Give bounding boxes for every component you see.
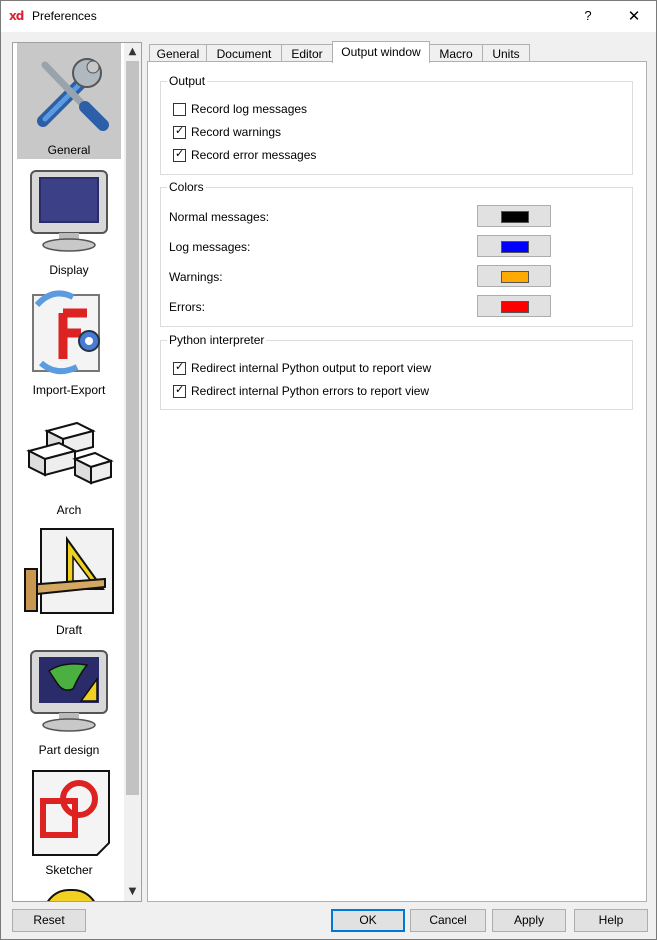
group-title: Output [167,74,208,88]
colors-group: Colors Normal messages: Log messages: Wa… [160,180,633,327]
help-button[interactable]: Help [574,909,648,932]
part-design-icon [30,650,108,732]
preferences-window: xd Preferences ? ✕ General Display Impor… [0,0,657,940]
output-window-panel: Output Record log messages ✓ Record warn… [147,61,647,902]
app-logo-icon: xd [9,9,24,23]
group-title: Python interpreter [167,333,267,347]
checkbox-label: Redirect internal Python output to repor… [191,361,432,375]
color-swatch [501,241,529,253]
category-label: General [47,143,91,157]
category-item-sketcher[interactable]: Sketcher [17,763,121,879]
errors-color-button[interactable] [477,295,551,317]
category-item-part-design[interactable]: Part design [17,643,121,759]
checkbox-label: Record error messages [191,148,317,162]
checkbox-box[interactable]: ✓ [173,124,186,139]
checkmark-icon: ✓ [175,360,185,373]
color-swatch [501,211,529,223]
checkmark-icon: ✓ [175,383,185,396]
checkbox-label: Record log messages [191,102,308,116]
category-item-import-export[interactable]: Import-Export [17,283,121,399]
ok-button[interactable]: OK [331,909,405,932]
checkbox-box[interactable]: ✓ [173,383,186,398]
category-item-general[interactable]: General [17,43,121,159]
log-messages-label: Log messages: [169,240,251,254]
group-title: Colors [167,180,206,194]
apply-button[interactable]: Apply [492,909,566,932]
sketcher-icon [32,770,110,856]
preferences-category-list[interactable]: General Display Import-Export Arch Draft… [12,42,142,902]
checkmark-icon: ✓ [175,147,185,160]
category-label: Sketcher [45,863,93,877]
title-bar: xd Preferences ? ✕ [1,1,656,32]
help-question-button[interactable]: ? [573,1,603,32]
category-label: Arch [56,503,82,517]
checkmark-icon: ✓ [175,124,185,137]
cancel-button[interactable]: Cancel [410,909,486,932]
category-item-draft[interactable]: Draft [17,523,121,639]
python-interpreter-group: Python interpreter ✓ Redirect internal P… [160,333,633,410]
category-label: Display [49,263,89,277]
checkbox-box[interactable] [173,103,186,116]
color-swatch [501,301,529,313]
normal-messages-color-button[interactable] [477,205,551,227]
close-button[interactable]: ✕ [619,1,649,32]
import-export-icon [32,290,100,375]
category-item-display[interactable]: Display [17,163,121,279]
checkbox-box[interactable]: ✓ [173,360,186,375]
normal-messages-label: Normal messages: [169,210,270,224]
errors-label: Errors: [169,300,205,314]
monitor-icon [30,170,108,252]
tools-icon [37,58,109,131]
checkbox-label: Record warnings [191,125,282,139]
output-group: Output Record log messages ✓ Record warn… [160,74,633,175]
checkbox-label: Redirect internal Python errors to repor… [191,384,430,398]
category-item-arch[interactable]: Arch [17,403,121,519]
draft-ruler-icon [24,528,114,614]
category-label: Draft [55,623,82,637]
scroll-thumb[interactable] [126,61,139,795]
sidebar-scrollbar[interactable]: ▲ ▼ [124,43,141,901]
scroll-down-arrow[interactable]: ▼ [124,883,141,900]
bricks-icon [26,421,114,485]
scroll-up-arrow[interactable]: ▲ [124,43,141,60]
warnings-label: Warnings: [169,270,223,284]
color-swatch [501,271,529,283]
next-category-icon-partial [43,889,99,901]
category-label: Import-Export [32,383,106,397]
warnings-color-button[interactable] [477,265,551,287]
window-title: Preferences [32,9,97,23]
tab-output-window[interactable]: Output window [332,41,430,63]
checkbox-box[interactable]: ✓ [173,147,186,162]
log-messages-color-button[interactable] [477,235,551,257]
reset-button[interactable]: Reset [12,909,86,932]
category-label: Part design [38,743,100,757]
